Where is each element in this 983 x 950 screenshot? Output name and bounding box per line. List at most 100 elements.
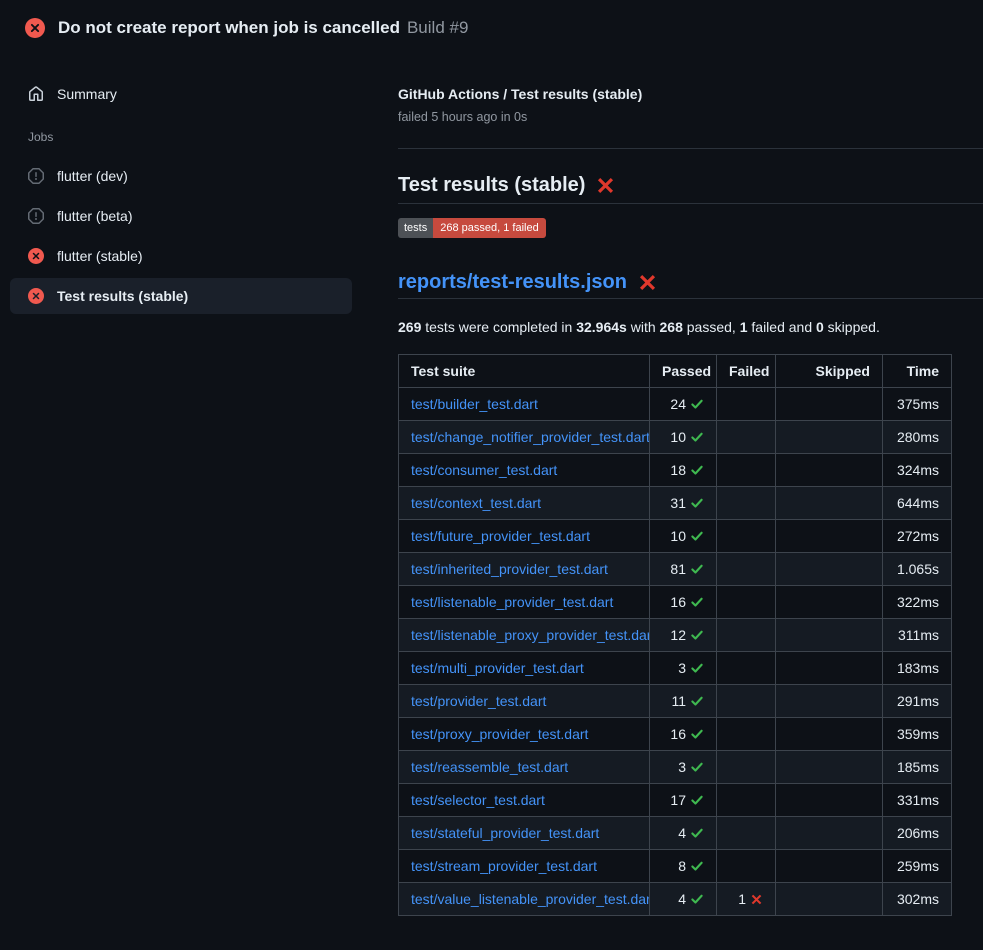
check-run-header: Do not create report when job is cancell…: [0, 0, 983, 56]
x-icon: [638, 273, 657, 292]
passed-cell: 16: [650, 586, 717, 619]
test-suite-cell: test/listenable_provider_test.dart: [399, 586, 650, 619]
skipped-cell: [776, 817, 883, 850]
table-row: test/change_notifier_provider_test.dart1…: [399, 421, 952, 454]
job-label: flutter (beta): [57, 208, 132, 224]
stop-icon: [28, 208, 44, 224]
check-icon: [690, 529, 704, 543]
passed-cell: 4: [650, 817, 717, 850]
check-icon: [690, 727, 704, 741]
failed-cell: [717, 817, 776, 850]
time-cell: 331ms: [883, 784, 952, 817]
summary-segment: tests were completed in: [421, 319, 576, 335]
test-suite-cell: test/change_notifier_provider_test.dart: [399, 421, 650, 454]
check-icon: [690, 595, 704, 609]
failed-cell: [717, 652, 776, 685]
jobs-list: flutter (dev) flutter (beta) flutter (stab…: [10, 158, 390, 314]
failed-cell: [717, 454, 776, 487]
summary-segment: with: [627, 319, 660, 335]
table-row: test/builder_test.dart24375ms: [399, 388, 952, 421]
skipped-cell: [776, 751, 883, 784]
summary-segment: 1: [740, 319, 748, 335]
time-cell: 311ms: [883, 619, 952, 652]
test-suite-link[interactable]: test/stateful_provider_test.dart: [411, 825, 599, 841]
test-suite-cell: test/consumer_test.dart: [399, 454, 650, 487]
table-row: test/consumer_test.dart18324ms: [399, 454, 952, 487]
test-suite-cell: test/stream_provider_test.dart: [399, 850, 650, 883]
test-suite-link[interactable]: test/consumer_test.dart: [411, 462, 557, 478]
passed-cell: 11: [650, 685, 717, 718]
passed-cell: 16: [650, 718, 717, 751]
passed-cell: 18: [650, 454, 717, 487]
failed-cell: [717, 586, 776, 619]
failed-cell: [717, 520, 776, 553]
test-suite-link[interactable]: test/multi_provider_test.dart: [411, 660, 584, 676]
test-suite-link[interactable]: test/listenable_proxy_provider_test.dart: [411, 627, 650, 643]
check-icon: [690, 628, 704, 642]
summary-segment: 269: [398, 319, 421, 335]
test-suite-link[interactable]: test/inherited_provider_test.dart: [411, 561, 608, 577]
skipped-cell: [776, 553, 883, 586]
skipped-cell: [776, 586, 883, 619]
failed-cell: [717, 685, 776, 718]
test-suite-link[interactable]: test/provider_test.dart: [411, 693, 546, 709]
passed-cell: 31: [650, 487, 717, 520]
test-suite-cell: test/future_provider_test.dart: [399, 520, 650, 553]
x-circle-icon: [25, 18, 45, 38]
skipped-cell: [776, 388, 883, 421]
check-icon: [690, 430, 704, 444]
time-cell: 644ms: [883, 487, 952, 520]
test-suite-link[interactable]: test/value_listenable_provider_test.dart: [411, 891, 650, 907]
test-results-table: Test suite Passed Failed Skipped Time te…: [398, 354, 952, 916]
col-time: Time: [883, 355, 952, 388]
table-row: test/inherited_provider_test.dart811.065…: [399, 553, 952, 586]
passed-cell: 81: [650, 553, 717, 586]
col-failed: Failed: [717, 355, 776, 388]
test-suite-link[interactable]: test/proxy_provider_test.dart: [411, 726, 588, 742]
job-label: flutter (dev): [57, 168, 128, 184]
check-icon: [690, 496, 704, 510]
section-title-text: Test results (stable): [398, 173, 585, 197]
test-suite-link[interactable]: test/stream_provider_test.dart: [411, 858, 597, 874]
x-circle-icon: [28, 248, 44, 264]
skipped-cell: [776, 850, 883, 883]
passed-cell: 8: [650, 850, 717, 883]
summary-segment: 32.964s: [576, 319, 627, 335]
build-number: Build #9: [407, 17, 468, 39]
page-title: Do not create report when job is cancell…: [58, 17, 400, 39]
test-suite-link[interactable]: test/selector_test.dart: [411, 792, 545, 808]
test-suite-link[interactable]: test/context_test.dart: [411, 495, 541, 511]
test-suite-link[interactable]: test/reassemble_test.dart: [411, 759, 568, 775]
test-suite-link[interactable]: test/future_provider_test.dart: [411, 528, 590, 544]
divider: [398, 148, 983, 149]
passed-cell: 4: [650, 883, 717, 916]
sidebar: Summary Jobs flutter (dev) flutter (beta)…: [0, 76, 390, 916]
report-file-link[interactable]: reports/test-results.json: [398, 270, 627, 294]
table-row: test/stream_provider_test.dart8259ms: [399, 850, 952, 883]
passed-cell: 12: [650, 619, 717, 652]
sidebar-item-job[interactable]: flutter (stable): [10, 238, 352, 274]
test-suite-link[interactable]: test/change_notifier_provider_test.dart: [411, 429, 650, 445]
test-suite-cell: test/proxy_provider_test.dart: [399, 718, 650, 751]
summary-sentence: 269 tests were completed in 32.964s with…: [398, 319, 983, 335]
summary-segment: 268: [660, 319, 683, 335]
test-suite-link[interactable]: test/builder_test.dart: [411, 396, 538, 412]
test-suite-link[interactable]: test/listenable_provider_test.dart: [411, 594, 613, 610]
passed-cell: 17: [650, 784, 717, 817]
skipped-cell: [776, 718, 883, 751]
passed-cell: 3: [650, 751, 717, 784]
sidebar-item-job[interactable]: flutter (dev): [10, 158, 352, 194]
passed-cell: 24: [650, 388, 717, 421]
skipped-cell: [776, 619, 883, 652]
jobs-section-label: Jobs: [28, 130, 390, 144]
sidebar-item-job[interactable]: flutter (beta): [10, 198, 352, 234]
test-suite-cell: test/multi_provider_test.dart: [399, 652, 650, 685]
col-passed: Passed: [650, 355, 717, 388]
sidebar-item-summary[interactable]: Summary: [10, 76, 352, 112]
table-row: test/context_test.dart 31 644ms: [399, 487, 952, 520]
test-suite-cell: test/provider_test.dart: [399, 685, 650, 718]
sidebar-item-job[interactable]: Test results (stable): [10, 278, 352, 314]
table-row: test/reassemble_test.dart3185ms: [399, 751, 952, 784]
main-panel: GitHub Actions / Test results (stable) f…: [390, 76, 983, 916]
skipped-cell: [776, 421, 883, 454]
